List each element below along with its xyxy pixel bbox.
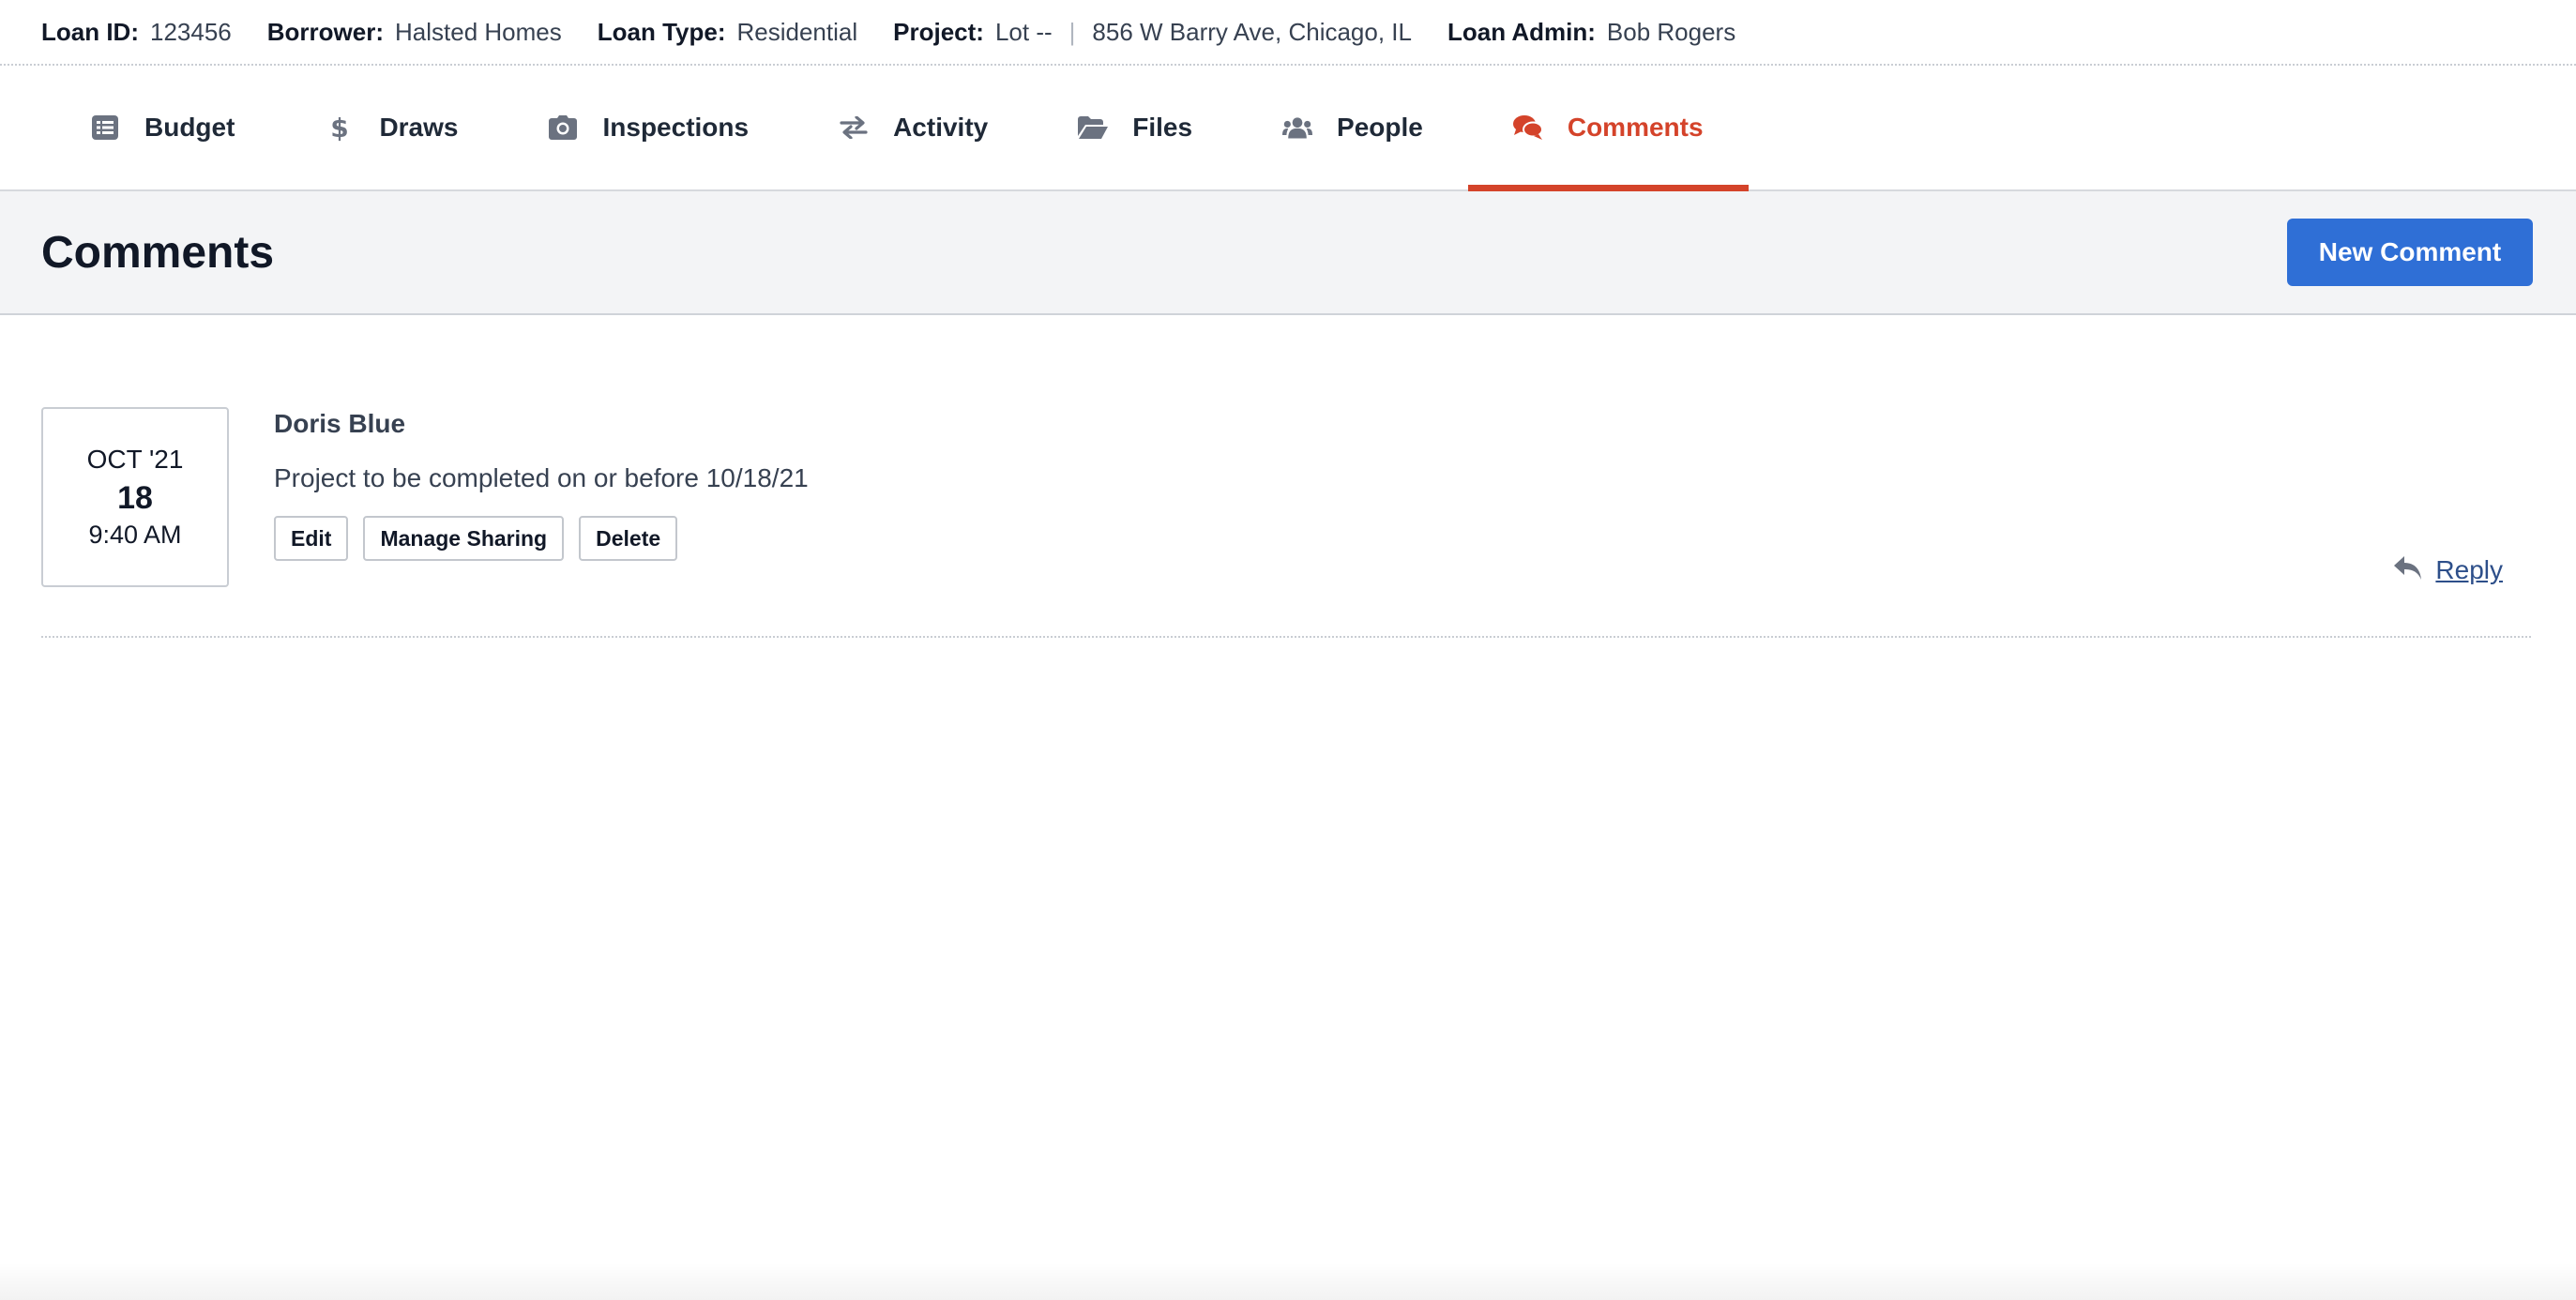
- reply-label: Reply: [2435, 555, 2503, 584]
- reply-icon: [2394, 556, 2422, 584]
- loan-id: Loan ID: 123456: [41, 18, 232, 47]
- borrower: Borrower: Halsted Homes: [267, 18, 562, 47]
- loan-type: Loan Type: Residential: [598, 18, 857, 47]
- comment-actions: Edit Manage Sharing Delete: [274, 516, 809, 561]
- tab-files-label: Files: [1132, 113, 1193, 142]
- svg-text:$: $: [331, 113, 348, 142]
- borrower-label: Borrower:: [266, 17, 385, 46]
- tab-draws-label: Draws: [379, 113, 459, 142]
- bottom-shadow: [0, 1262, 2576, 1300]
- new-comment-button[interactable]: New Comment: [2287, 219, 2533, 286]
- tab-bar: Budget $ Draws Inspections Activity File…: [0, 66, 2576, 191]
- tab-comments[interactable]: Comments: [1467, 66, 1749, 191]
- tab-inspections-label: Inspections: [602, 113, 750, 142]
- project-lot: Lot --: [994, 17, 1053, 46]
- project-label: Project:: [893, 17, 984, 46]
- tab-people[interactable]: People: [1237, 66, 1468, 189]
- loan-id-label: Loan ID:: [41, 17, 139, 46]
- comment-date-day: 18: [117, 480, 153, 516]
- comment-body: Doris Blue Project to be completed on or…: [274, 405, 809, 561]
- loan-id-value: 123456: [150, 17, 232, 46]
- camera-icon: [548, 113, 578, 143]
- comments-icon: [1512, 113, 1543, 143]
- exchange-icon: [839, 113, 869, 143]
- comment-author: Doris Blue: [274, 409, 406, 438]
- loan-admin-label: Loan Admin:: [1447, 17, 1596, 46]
- tab-budget-label: Budget: [144, 113, 235, 142]
- comment-date-time: 9:40 AM: [88, 521, 182, 549]
- tab-comments-label: Comments: [1567, 113, 1704, 142]
- loan-admin: Loan Admin: Bob Rogers: [1447, 18, 1735, 47]
- project-address: 856 W Barry Ave, Chicago, IL: [1092, 17, 1412, 46]
- comment-item: OCT '21 18 9:40 AM Doris Blue Project to…: [41, 405, 2531, 638]
- project-separator: |: [1068, 17, 1076, 46]
- comment-date-month: OCT '21: [86, 445, 184, 474]
- edit-button[interactable]: Edit: [274, 516, 349, 561]
- tab-people-label: People: [1337, 113, 1423, 142]
- folder-open-icon: [1078, 113, 1109, 143]
- dollar-icon: $: [325, 113, 355, 143]
- tab-budget[interactable]: Budget: [45, 66, 280, 189]
- loan-type-value: Residential: [736, 17, 858, 46]
- comments-header: Comments New Comment: [0, 191, 2576, 315]
- loan-admin-value: Bob Rogers: [1606, 17, 1736, 46]
- reply-link[interactable]: Reply: [2394, 555, 2503, 585]
- tab-inspections[interactable]: Inspections: [503, 66, 794, 189]
- tab-activity-label: Activity: [893, 113, 989, 142]
- users-icon: [1282, 113, 1313, 143]
- project: Project: Lot -- | 856 W Barry Ave, Chica…: [893, 18, 1412, 47]
- delete-button[interactable]: Delete: [579, 516, 678, 561]
- tab-draws[interactable]: $ Draws: [280, 66, 503, 189]
- list-icon: [90, 113, 120, 143]
- comment-text: Project to be completed on or before 10/…: [274, 463, 809, 492]
- tab-activity[interactable]: Activity: [794, 66, 1033, 189]
- borrower-value: Halsted Homes: [395, 17, 562, 46]
- page-title: Comments: [41, 227, 275, 278]
- loan-type-label: Loan Type:: [597, 17, 726, 46]
- manage-sharing-button[interactable]: Manage Sharing: [363, 516, 565, 561]
- comment-date: OCT '21 18 9:40 AM: [41, 407, 229, 587]
- loan-info-bar: Loan ID: 123456 Borrower: Halsted Homes …: [0, 0, 2576, 66]
- tab-files[interactable]: Files: [1033, 66, 1237, 189]
